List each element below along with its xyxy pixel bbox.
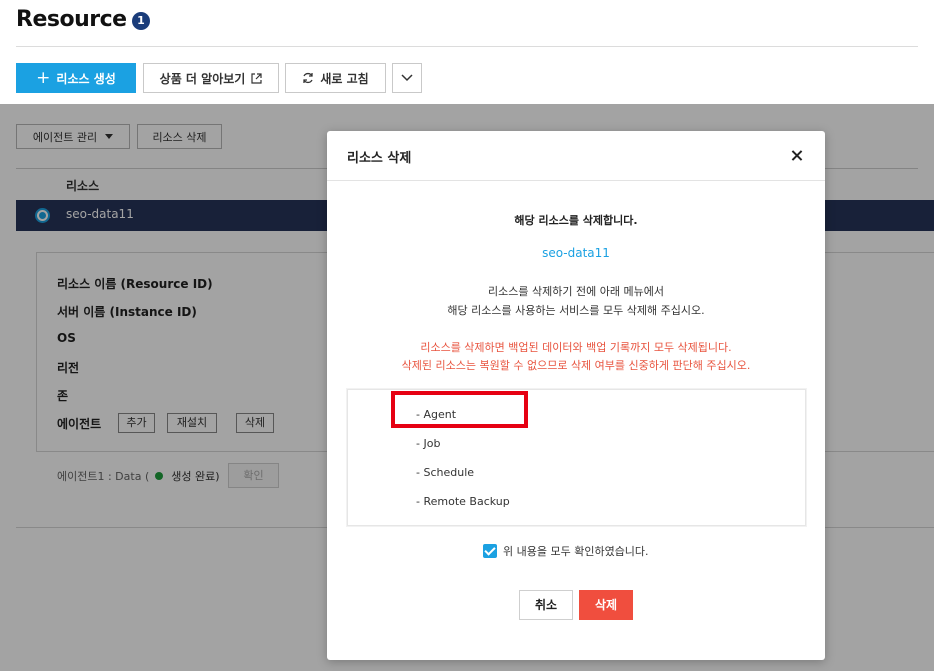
- acknowledge-label: 위 내용을 모두 확인하였습니다.: [503, 545, 649, 558]
- modal-heading: 해당 리소스를 삭제합니다.: [514, 214, 638, 227]
- modal-info-line-2: 해당 리소스를 사용하는 서비스를 모두 삭제해 주십시오.: [447, 304, 705, 317]
- more-dropdown-button[interactable]: [392, 63, 422, 93]
- cancel-button[interactable]: 취소: [519, 590, 573, 620]
- chevron-down-icon: [401, 74, 413, 82]
- create-resource-label: 리소스 생성: [56, 71, 116, 86]
- modal-header: 리소스 삭제: [327, 131, 825, 181]
- delete-button[interactable]: 삭제: [579, 590, 633, 620]
- service-item-remote-backup: - Remote Backup: [416, 495, 510, 508]
- acknowledge-checkbox-row[interactable]: 위 내용을 모두 확인하였습니다.: [483, 543, 649, 559]
- learn-more-button[interactable]: 상품 더 알아보기: [143, 63, 279, 93]
- modal-warning-line-1: 리소스를 삭제하면 백업된 데이터와 백업 기록까지 모두 삭제됩니다.: [420, 341, 732, 354]
- title-divider: [16, 46, 918, 47]
- learn-more-label: 상품 더 알아보기: [159, 71, 246, 86]
- external-link-icon: [251, 72, 262, 84]
- refresh-label: 새로 고침: [320, 71, 369, 86]
- create-resource-button[interactable]: + 리소스 생성: [16, 63, 136, 93]
- modal-info-line-1: 리소스를 삭제하기 전에 아래 메뉴에서: [488, 285, 664, 298]
- delete-resource-modal: 리소스 삭제 해당 리소스를 삭제합니다. seo-data11 리소스를 삭제…: [327, 131, 825, 660]
- service-item-schedule: - Schedule: [416, 466, 475, 479]
- checkbox-checked-icon[interactable]: [483, 544, 497, 558]
- close-icon[interactable]: [789, 148, 805, 164]
- modal-resource-name: seo-data11: [542, 246, 610, 260]
- modal-warning-line-2: 삭제된 리소스는 복원할 수 없으므로 삭제 여부를 신중하게 판단해 주십시오…: [401, 359, 751, 372]
- refresh-icon: [303, 72, 313, 84]
- modal-title: 리소스 삭제: [347, 151, 412, 166]
- service-item-job: - Job: [416, 437, 441, 450]
- highlight-annotation: [391, 391, 528, 428]
- refresh-button[interactable]: 새로 고침: [285, 63, 386, 93]
- page-title: Resource: [16, 7, 127, 32]
- count-badge: 1: [132, 12, 150, 30]
- plus-icon: +: [36, 67, 51, 88]
